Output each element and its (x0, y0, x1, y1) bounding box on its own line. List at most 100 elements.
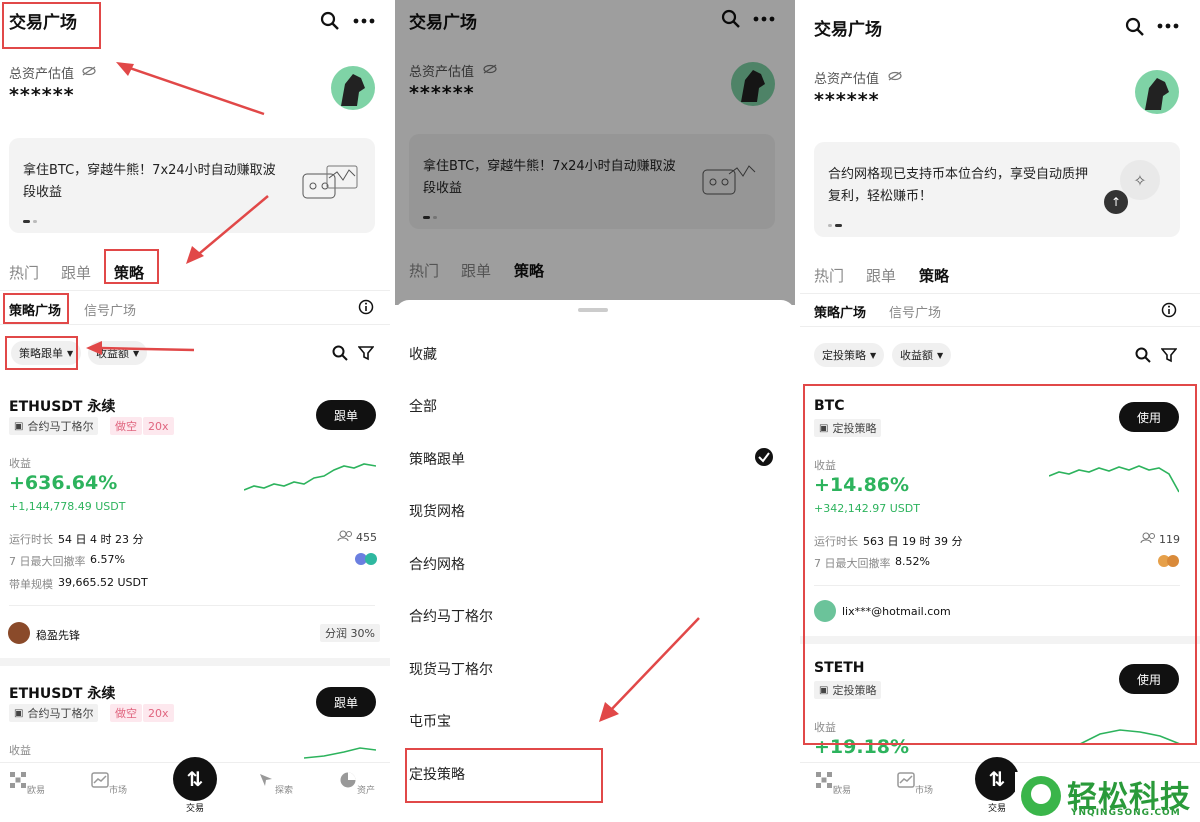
highlight-box (2, 2, 101, 49)
filter-label: 收益额 (900, 349, 933, 362)
arrow-up-icon[interactable]: ↑ (1104, 190, 1128, 214)
filter-sheet: 收藏 全部 策略跟单 现货网格 合约网格 合约马丁格尔 现货马丁格尔 屯币宝 定… (395, 300, 795, 822)
highlight-box (803, 384, 1197, 745)
nav-label: 市场 (914, 786, 933, 796)
watermark: 轻松科技 YNQINGSONG.COM (1015, 772, 1200, 822)
option-all[interactable]: 全部 (409, 396, 437, 416)
nav-okx[interactable]: 欧易 (808, 771, 858, 796)
option-favorites[interactable]: 收藏 (409, 344, 437, 364)
trader-name[interactable]: 稳盈先锋 (36, 627, 80, 643)
modal-overlay[interactable] (395, 0, 795, 305)
nav-label: 探索 (274, 786, 293, 796)
subtab-signal-square[interactable]: 信号广场 (84, 300, 136, 319)
nav-label: 交易 (987, 804, 1006, 814)
sheet-handle[interactable] (578, 308, 608, 312)
option-hodl[interactable]: 屯币宝 (409, 711, 451, 731)
highlight-box (3, 293, 69, 324)
arrow-annotation (86, 341, 195, 355)
more-icon[interactable] (352, 17, 376, 25)
search-icon[interactable] (1135, 347, 1151, 363)
tab-hot[interactable]: 热门 (814, 265, 844, 286)
divider (800, 326, 1200, 327)
eye-off-icon[interactable] (888, 71, 902, 81)
robot-chart-icon (302, 165, 358, 199)
banner-text: 合约网格现已支持币本位合约，享受自动质押复利，轻松赚币！ (828, 167, 1089, 204)
panel-dca-strategy: 交易广场 总资产估值 ****** 合约网格现已支持币本位合约，享受自动质押复利… (800, 0, 1200, 822)
card-title: ETHUSDT 永续 (9, 399, 116, 415)
page-title: 交易广场 (814, 20, 882, 40)
info-icon[interactable] (1161, 302, 1177, 318)
drawdown-value: 6.57% (90, 553, 125, 566)
users-icon (337, 530, 352, 542)
nav-market[interactable]: 市场 (84, 771, 134, 796)
highlight-box (405, 748, 603, 803)
filter-sort[interactable]: 收益额 ▼ (892, 343, 952, 367)
search-icon[interactable] (1125, 17, 1145, 37)
nav-label: 交易 (185, 804, 204, 814)
eye-off-icon[interactable] (82, 66, 96, 76)
tag-label: 合约马丁格尔 (27, 420, 94, 433)
search-icon[interactable] (332, 345, 348, 361)
nav-label: 欧易 (26, 786, 45, 796)
option-spot-martingale[interactable]: 现货马丁格尔 (409, 659, 493, 679)
tab-strategy[interactable]: 策略 (919, 265, 949, 286)
follow-button[interactable]: 跟单 (316, 687, 376, 717)
okx-icon (9, 772, 26, 788)
profit-sparkline (304, 747, 376, 759)
highlight-box (104, 249, 159, 284)
carousel-dots[interactable] (23, 220, 37, 223)
assets-label: 总资产估值 (814, 72, 880, 87)
panel-strategy-follow: 交易广场 总资产估值 ****** 拿住BTC，穿越牛熊！7x24小时自动赚取波… (0, 0, 390, 822)
filter-icon[interactable] (1161, 347, 1177, 363)
doc-icon: ▣ (14, 707, 24, 719)
filter-icon[interactable] (358, 345, 374, 361)
info-icon[interactable] (358, 299, 374, 315)
strategy-tag: ▣ 合约马丁格尔 (9, 417, 99, 435)
side-tag: 做空 (110, 417, 142, 435)
option-contract-grid[interactable]: 合约网格 (409, 554, 465, 574)
sparkle-icon: ✧ (1120, 160, 1160, 200)
profit-percent: +636.64% (9, 472, 118, 494)
trader-avatar[interactable] (8, 622, 30, 644)
nav-market[interactable]: 市场 (890, 771, 940, 796)
option-strategy-follow[interactable]: 策略跟单 (409, 449, 465, 469)
tab-hot[interactable]: 热门 (9, 262, 39, 283)
filter-strategy-type[interactable]: 定投策略 ▼ (814, 343, 885, 367)
leverage-tag: 20x (143, 704, 174, 722)
usdt-coin-icon (365, 553, 377, 565)
tab-follow[interactable]: 跟单 (866, 265, 896, 286)
profit-label: 收益 (9, 457, 31, 470)
nav-explore[interactable]: 探索 (250, 771, 300, 796)
more-icon[interactable] (1156, 22, 1180, 30)
arrow-annotation (186, 195, 269, 264)
avatar[interactable] (1135, 70, 1179, 114)
profit-sparkline (244, 463, 376, 491)
option-contract-martingale[interactable]: 合约马丁格尔 (409, 606, 493, 626)
nav-label: 市场 (108, 786, 127, 796)
trade-swap-icon: ⇅ (975, 757, 1019, 801)
option-spot-grid[interactable]: 现货网格 (409, 501, 465, 521)
search-icon[interactable] (320, 11, 340, 31)
assets-value: ****** (9, 84, 75, 106)
subtab-signal-square[interactable]: 信号广场 (889, 302, 941, 321)
nav-trade[interactable]: ⇅ 交易 (170, 757, 220, 814)
profit-share-tag: 分润 30% (320, 624, 380, 642)
assets-value: ****** (814, 89, 880, 111)
tab-follow[interactable]: 跟单 (61, 262, 91, 283)
profit-label: 收益 (9, 744, 31, 757)
promo-banner[interactable]: 合约网格现已支持币本位合约，享受自动质押复利，轻松赚币！ ✧ ↑ (814, 142, 1180, 237)
trade-swap-icon: ⇅ (173, 757, 217, 801)
avatar[interactable] (331, 66, 375, 110)
subtab-strategy-square[interactable]: 策略广场 (814, 302, 866, 321)
scale-label: 带单规模 (9, 578, 53, 591)
carousel-dots[interactable] (828, 224, 842, 227)
follow-button[interactable]: 跟单 (316, 400, 376, 430)
panel-filter-sheet: 交易广场 总资产估值 ****** 拿住BTC，穿越牛熊！7x24小时自动赚取波… (395, 0, 795, 822)
nav-okx[interactable]: 欧易 (2, 771, 52, 796)
leverage-tag: 20x (143, 417, 174, 435)
nav-assets[interactable]: 资产 (332, 771, 382, 796)
watermark-url: YNQINGSONG.COM (1071, 808, 1181, 818)
runtime-value: 54 日 4 时 23 分 (58, 533, 144, 546)
divider (9, 605, 375, 606)
divider (0, 324, 390, 325)
